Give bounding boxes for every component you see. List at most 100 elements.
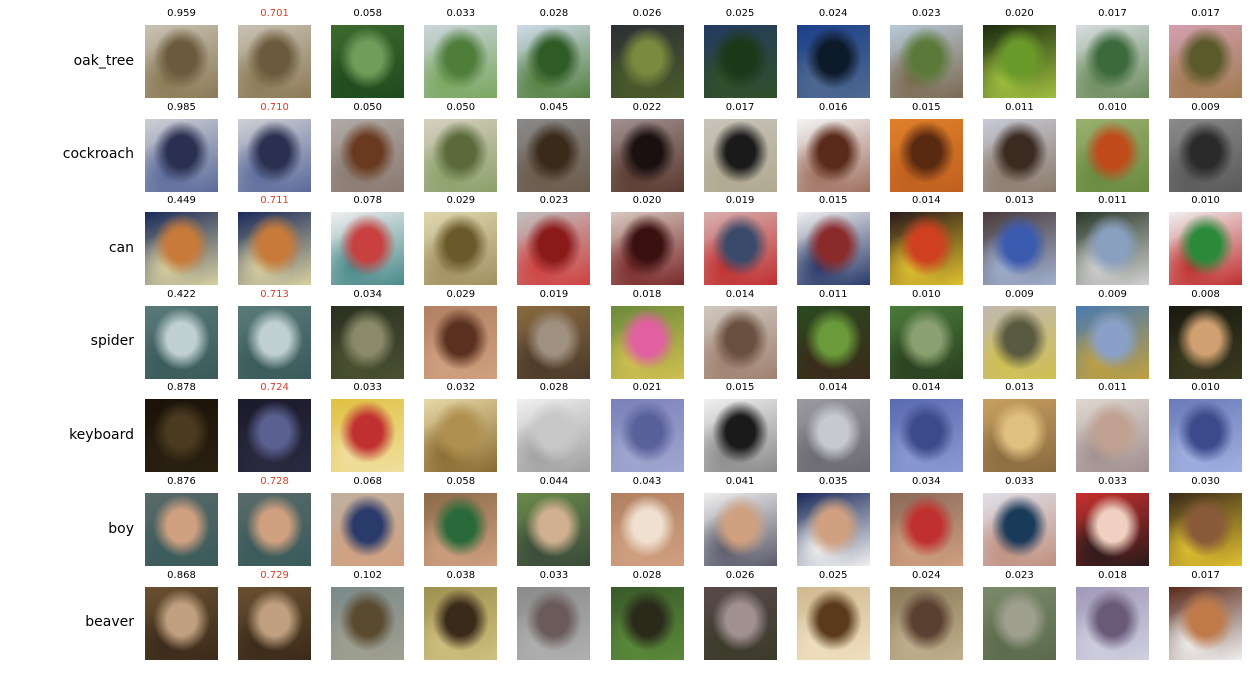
similarity-score: 0.010 <box>1098 101 1127 113</box>
similarity-score: 0.020 <box>632 195 662 207</box>
thumbnail-cell: 0.878 <box>145 381 218 473</box>
thumbnail-cell: 0.033 <box>424 7 498 98</box>
thumbnail-image <box>982 25 1056 98</box>
thumbnail-cell: 0.009 <box>982 288 1056 379</box>
thumbnail-cell: 0.876 <box>145 475 218 566</box>
thumbnail-image <box>145 25 218 98</box>
similarity-score: 0.009 <box>1005 288 1034 300</box>
thumbnail-cell: 0.728 <box>238 475 312 566</box>
row-label-cockroach: cockroach <box>62 146 134 163</box>
thumbnail-image <box>610 212 684 286</box>
thumbnail-image <box>238 399 312 473</box>
thumbnail-cell: 0.033 <box>331 381 405 473</box>
row-label-keyboard: keyboard <box>69 426 134 443</box>
similarity-score: 0.025 <box>818 569 848 581</box>
thumbnail-cell: 0.701 <box>238 7 312 98</box>
row-label-beaver: beaver <box>85 614 134 631</box>
thumbnail-cell: 0.017 <box>1169 7 1243 98</box>
thumbnail-image <box>517 305 591 379</box>
thumbnail-cell: 0.025 <box>703 7 777 98</box>
thumbnail-cell: 0.029 <box>424 288 498 379</box>
thumbnail-cell: 0.013 <box>982 381 1056 473</box>
thumbnail-cell: 0.010 <box>1076 101 1149 192</box>
similarity-score: 0.029 <box>446 288 476 300</box>
row-label-boy: boy <box>108 520 134 537</box>
thumbnail-image <box>1169 586 1243 660</box>
thumbnail-image <box>889 586 963 660</box>
thumbnail-cell: 0.013 <box>982 194 1056 286</box>
similarity-score: 0.026 <box>725 569 755 581</box>
similarity-score: 0.710 <box>260 101 289 113</box>
thumbnail-image <box>517 212 591 286</box>
similarity-score: 0.033 <box>539 569 569 581</box>
thumbnail-image <box>517 25 591 98</box>
similarity-score: 0.102 <box>353 569 382 581</box>
thumbnail-image <box>424 212 498 286</box>
similarity-score: 0.043 <box>632 476 662 487</box>
thumbnail-image <box>982 399 1056 473</box>
thumbnail-cell: 0.032 <box>424 381 498 473</box>
thumbnail-cell: 0.019 <box>517 288 591 379</box>
thumbnail-image <box>1169 305 1243 379</box>
thumbnail-cell: 0.017 <box>1169 569 1243 660</box>
similarity-score: 0.026 <box>632 8 662 19</box>
thumbnail-cell: 0.026 <box>610 7 684 98</box>
thumbnail-cell: 0.713 <box>238 288 312 379</box>
thumbnail-cell: 0.016 <box>796 101 870 192</box>
similarity-score: 0.030 <box>1191 476 1220 487</box>
thumbnail-cell: 0.050 <box>331 101 405 192</box>
thumbnail-image <box>610 25 684 98</box>
thumbnail-cell: 0.058 <box>331 7 405 98</box>
thumbnail-cell: 0.017 <box>1076 7 1149 98</box>
thumbnail-image <box>610 399 684 473</box>
similarity-score: 0.034 <box>911 476 941 487</box>
thumbnail-cell: 0.018 <box>1076 569 1149 660</box>
thumbnail-image <box>796 493 870 566</box>
thumbnail-image <box>238 493 312 566</box>
thumbnail-image <box>889 399 963 473</box>
thumbnail-image <box>796 586 870 660</box>
thumbnail-cell: 0.023 <box>517 194 591 286</box>
thumbnail-cell: 0.009 <box>1076 288 1149 379</box>
thumbnail-cell: 0.020 <box>610 194 684 286</box>
thumbnail-cell: 0.008 <box>1169 288 1243 379</box>
thumbnail-image <box>610 305 684 379</box>
thumbnail-cell: 0.028 <box>517 381 591 473</box>
thumbnail-image <box>145 118 218 192</box>
thumbnail-image <box>610 586 684 660</box>
thumbnail-cell: 0.009 <box>1169 101 1243 192</box>
thumbnail-cell: 0.030 <box>1169 475 1243 566</box>
similarity-score: 0.014 <box>818 382 848 394</box>
similarity-score: 0.021 <box>632 382 662 394</box>
thumbnail-cell: 0.010 <box>889 288 963 379</box>
thumbnail-cell: 0.014 <box>703 288 777 379</box>
thumbnail-cell: 0.035 <box>796 475 870 566</box>
similarity-score: 0.701 <box>260 8 289 19</box>
thumbnail-cell: 0.024 <box>796 7 870 98</box>
similarity-score: 0.038 <box>446 569 476 581</box>
similarity-score: 0.023 <box>911 8 941 19</box>
similarity-score: 0.985 <box>167 101 196 113</box>
thumbnail-image <box>889 212 963 286</box>
similarity-score: 0.724 <box>260 382 289 394</box>
thumbnail-cell: 0.025 <box>796 569 870 660</box>
thumbnail-cell: 0.985 <box>145 101 218 192</box>
similarity-score: 0.013 <box>1005 195 1034 207</box>
similarity-score: 0.011 <box>818 288 848 300</box>
similarity-score: 0.014 <box>725 288 755 300</box>
thumbnail-cell: 0.041 <box>703 475 777 566</box>
similarity-score: 0.068 <box>353 476 382 487</box>
thumbnail-cell: 0.028 <box>610 569 684 660</box>
thumbnail-image <box>331 399 405 473</box>
thumbnail-image <box>238 586 312 660</box>
thumbnail-cell: 0.029 <box>424 194 498 286</box>
thumbnail-image <box>982 586 1056 660</box>
thumbnail-image <box>1076 25 1149 98</box>
thumbnail-image <box>1076 493 1149 566</box>
thumbnail-cell: 0.015 <box>796 194 870 286</box>
thumbnail-cell: 0.034 <box>331 288 405 379</box>
similarity-score: 0.029 <box>446 195 476 207</box>
thumbnail-image <box>703 212 777 286</box>
thumbnail-image <box>424 25 498 98</box>
similarity-score: 0.013 <box>1005 382 1034 394</box>
